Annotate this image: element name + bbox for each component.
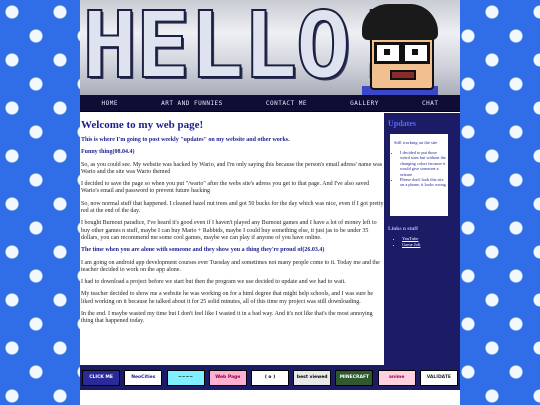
update-item: I decided to put those weird stars but w… bbox=[400, 150, 446, 177]
link-item: Game Jolt bbox=[402, 242, 460, 248]
banner-letter: E bbox=[134, 0, 191, 95]
links-list: YouTube Game Jolt bbox=[384, 236, 460, 248]
banner-letter: O bbox=[295, 0, 352, 95]
main-content: Welcome to my web page! This is where I'… bbox=[80, 113, 384, 365]
banner-letter: L bbox=[188, 0, 245, 95]
post-paragraph: So, now normal stuff that happened. I cl… bbox=[81, 200, 384, 215]
intro-text: This is where I'm going to post weekly "… bbox=[81, 137, 290, 143]
footer-button[interactable]: Web Page bbox=[208, 369, 247, 386]
nav-gallery[interactable]: GALLERY bbox=[350, 100, 379, 107]
footer-button[interactable]: ( o ) bbox=[250, 369, 289, 386]
footer-button[interactable]: MINECRAFT bbox=[335, 369, 374, 386]
post-paragraph: In the end. I maybe wasted my time but I… bbox=[81, 311, 373, 325]
links-title: Links n stuff bbox=[388, 226, 418, 232]
post-heading: The time when you are alone with someone… bbox=[81, 247, 325, 254]
footer-button[interactable]: ~~~~ bbox=[166, 369, 205, 386]
avatar-mouth bbox=[390, 70, 416, 80]
post-paragraph: My teacher decided to show me a website … bbox=[81, 291, 374, 305]
sidebar-title: Updates bbox=[388, 119, 417, 128]
hello-heading: H E L L O ! bbox=[81, 0, 405, 95]
page-container: H E L L O ! HOME ART AND FUNNIES CONTACT… bbox=[80, 0, 460, 405]
post-paragraph: I had to download a project before we st… bbox=[81, 279, 346, 286]
link-gamejolt[interactable]: Game Jolt bbox=[402, 242, 420, 247]
footer-button[interactable]: CLICK ME bbox=[82, 369, 121, 386]
update-item: Please don't look this site on a phone, … bbox=[400, 177, 446, 188]
page-title: Welcome to my web page! bbox=[81, 119, 204, 131]
footer-button[interactable]: best viewed bbox=[293, 369, 332, 386]
main-nav: HOME ART AND FUNNIES CONTACT ME GALLERY … bbox=[80, 95, 460, 112]
banner-letter: H bbox=[81, 0, 138, 95]
nav-contact-me[interactable]: CONTACT ME bbox=[266, 100, 307, 107]
avatar-hair bbox=[362, 4, 438, 40]
page-bottom bbox=[80, 390, 460, 405]
footer-button[interactable]: VALIDATE bbox=[419, 369, 458, 386]
avatar-glasses-right bbox=[402, 42, 430, 64]
hello-banner: H E L L O ! bbox=[80, 0, 460, 95]
nav-home[interactable]: HOME bbox=[102, 100, 118, 107]
sidebar: Updates Still working on the site I deci… bbox=[384, 113, 460, 365]
link-youtube[interactable]: YouTube bbox=[402, 236, 418, 241]
post-heading: Funny thing(08.04.4) bbox=[81, 149, 135, 156]
nav-chat[interactable]: CHAT bbox=[422, 100, 438, 107]
post-paragraph: I bought Burnout paradice, I've heard it… bbox=[81, 220, 377, 241]
post-paragraph: I decided to save the page so when you p… bbox=[81, 181, 370, 195]
avatar bbox=[362, 4, 438, 95]
post-paragraph: I am going on android app development co… bbox=[81, 259, 380, 273]
avatar-glasses-left bbox=[374, 42, 402, 64]
footer-button[interactable]: anime bbox=[377, 369, 416, 386]
post-paragraph: So, as you could see. My website was hac… bbox=[81, 161, 383, 175]
nav-art-and-funnies[interactable]: ART AND FUNNIES bbox=[161, 100, 223, 107]
updates-box-title: Still working on the site bbox=[394, 140, 438, 145]
banner-letter: L bbox=[241, 0, 298, 95]
updates-box: Still working on the site I decided to p… bbox=[388, 132, 450, 218]
footer-button[interactable]: NeoCities bbox=[124, 369, 163, 386]
footer-buttons: CLICK ME NeoCities ~~~~ Web Page ( o ) b… bbox=[80, 365, 460, 390]
